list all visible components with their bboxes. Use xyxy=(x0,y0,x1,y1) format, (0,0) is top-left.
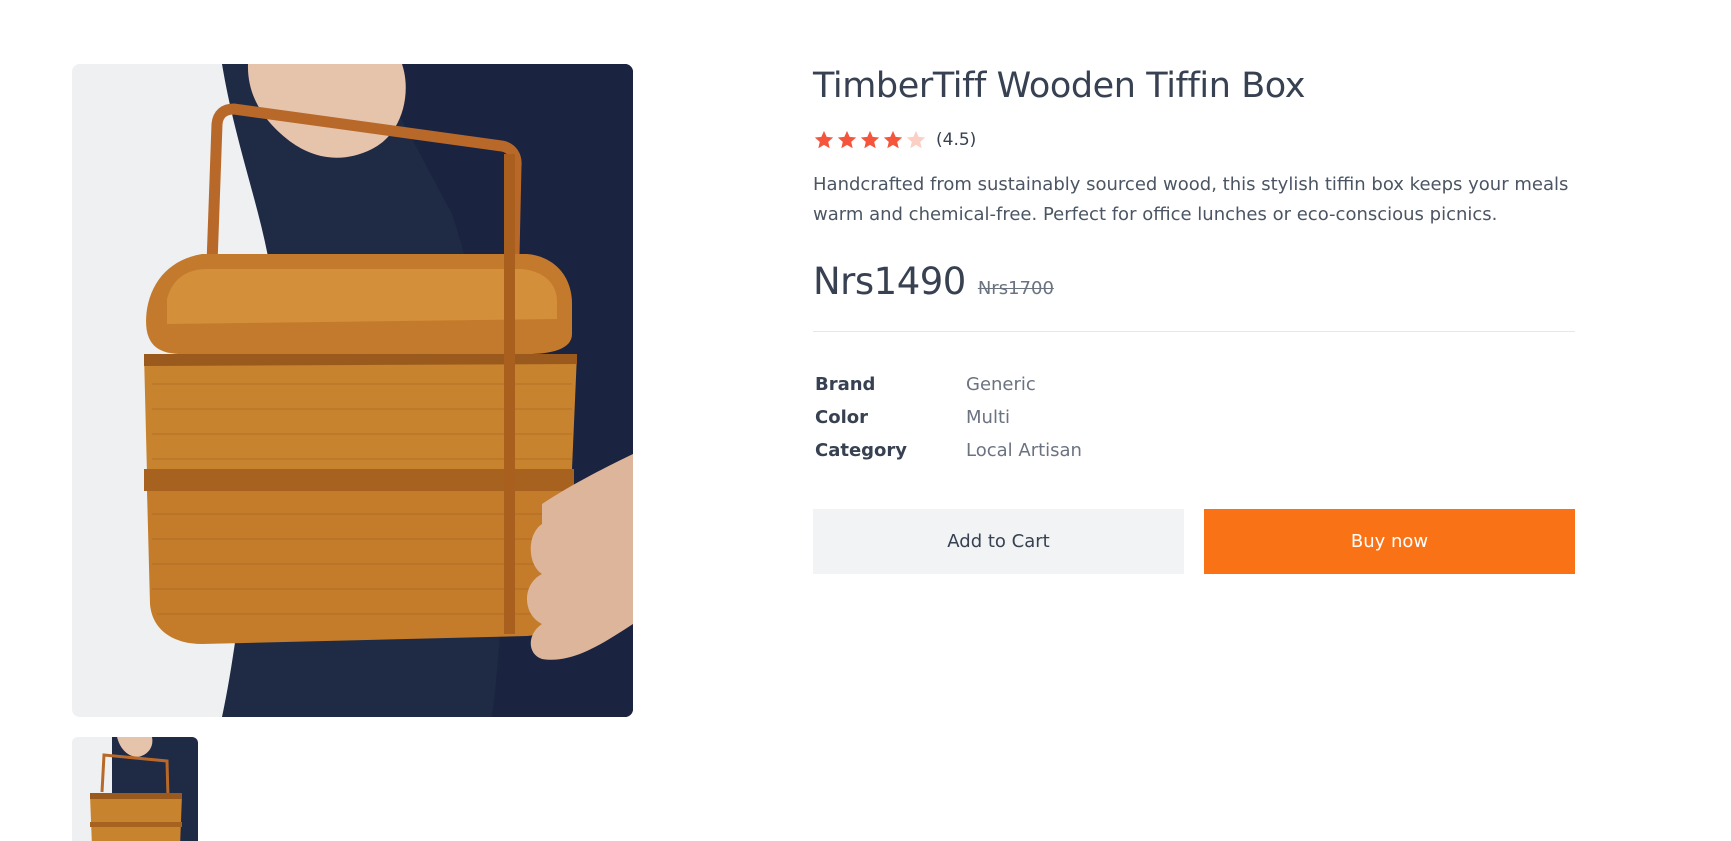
rating-value: (4.5) xyxy=(936,130,977,150)
original-price: Nrs1700 xyxy=(977,278,1054,299)
product-page: TimberTiff Wooden Tiffin Box (4.5) Handc… xyxy=(0,0,1731,841)
buy-now-button[interactable]: Buy now xyxy=(1204,509,1575,574)
spec-label: Category xyxy=(815,440,908,461)
star-icon xyxy=(836,129,858,151)
product-photo xyxy=(72,64,633,717)
rating-stars xyxy=(813,129,927,151)
product-main-image[interactable] xyxy=(72,64,633,717)
product-description: Handcrafted from sustainably sourced woo… xyxy=(813,174,1569,225)
spec-value: Generic xyxy=(966,374,1036,395)
product-title: TimberTiff Wooden Tiffin Box xyxy=(813,66,1306,106)
spec-label: Color xyxy=(815,407,868,428)
product-specs: Brand Generic Color Multi Category Local… xyxy=(813,368,1575,467)
spec-row-category: Category Local Artisan xyxy=(813,434,1575,467)
product-info: TimberTiff Wooden Tiffin Box (4.5) Handc… xyxy=(813,62,1575,574)
divider xyxy=(813,331,1575,332)
star-icon xyxy=(813,129,835,151)
thumbnail-photo xyxy=(72,737,198,841)
purchase-actions: Add to Cart Buy now xyxy=(813,509,1575,574)
add-to-cart-button[interactable]: Add to Cart xyxy=(813,509,1184,574)
spec-value: Multi xyxy=(966,407,1010,428)
star-icon xyxy=(859,129,881,151)
spec-value: Local Artisan xyxy=(966,440,1082,461)
spec-row-color: Color Multi xyxy=(813,401,1575,434)
product-thumbnail[interactable] xyxy=(72,737,198,841)
spec-label: Brand xyxy=(815,374,876,395)
current-price: Nrs1490 xyxy=(813,260,966,303)
product-rating: (4.5) xyxy=(813,128,1575,152)
star-icon xyxy=(905,129,927,151)
spec-row-brand: Brand Generic xyxy=(813,368,1575,401)
price-row: Nrs1490 Nrs1700 xyxy=(813,260,1575,303)
star-icon xyxy=(882,129,904,151)
